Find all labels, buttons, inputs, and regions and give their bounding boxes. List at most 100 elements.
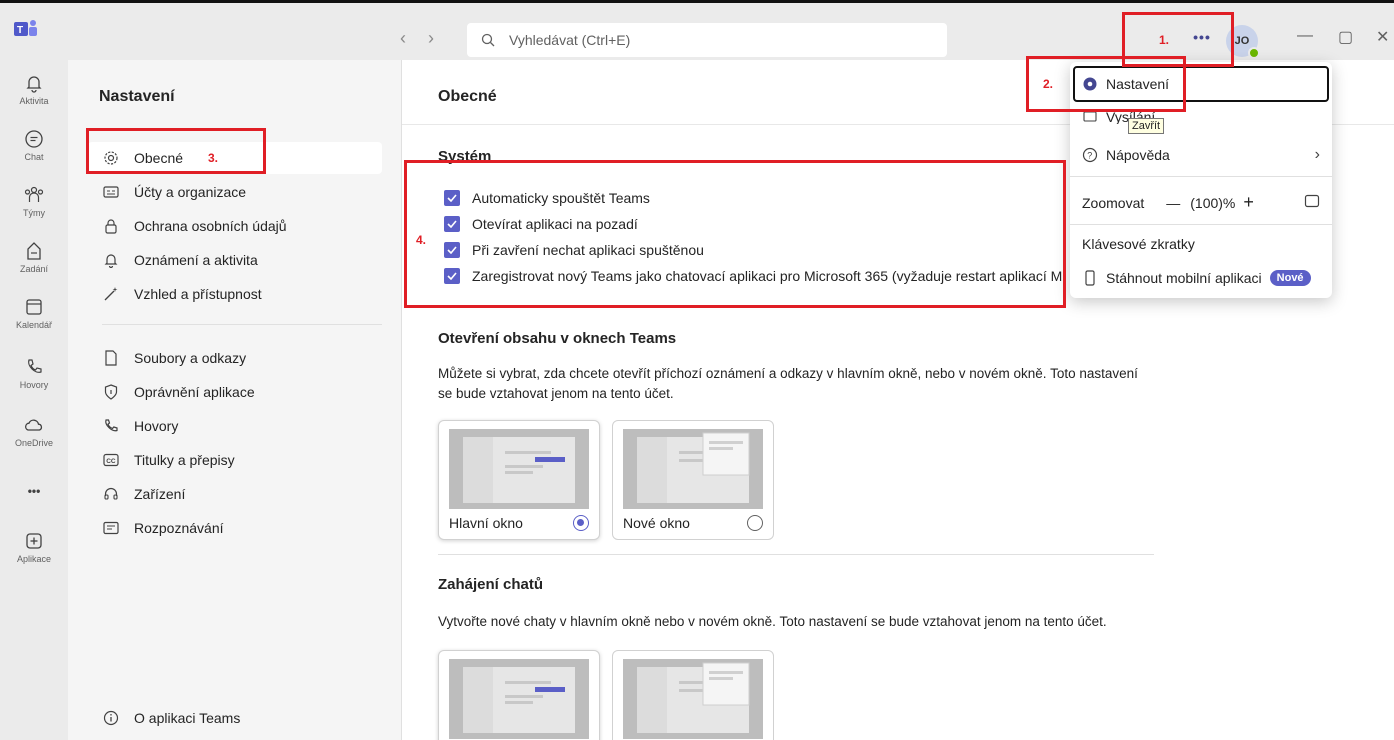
rail-label: Zadání	[19, 264, 49, 274]
rail-item-activity[interactable]: Aktivita	[0, 72, 68, 106]
rail-item-teams[interactable]: Týmy	[0, 184, 68, 218]
phone-icon	[28, 359, 42, 373]
settings-item-app-permissions[interactable]: Oprávnění aplikace	[88, 376, 382, 408]
headset-icon	[102, 485, 120, 503]
new-badge: Nové	[1269, 270, 1311, 286]
menu-item-mobile-app[interactable]: Stáhnout mobilní aplikaci Nové	[1082, 270, 1311, 286]
zoom-value: (100)%	[1190, 194, 1236, 211]
bell-icon	[26, 76, 42, 93]
menu-item-label: Nápověda	[1106, 147, 1170, 163]
zoom-in-button[interactable]: +	[1243, 192, 1254, 213]
forward-icon[interactable]: ›	[428, 29, 434, 47]
rail-label: Kalendář	[15, 320, 53, 330]
menu-divider	[1070, 224, 1332, 225]
settings-item-calls[interactable]: Hovory	[88, 410, 382, 442]
rail-item-apps[interactable]: Aplikace	[0, 530, 68, 564]
settings-item-privacy[interactable]: Ochrana osobních údajů	[88, 210, 382, 242]
cast-icon	[1082, 110, 1098, 124]
main-window-preview	[449, 659, 589, 739]
avatar-initials: JO	[1234, 35, 1250, 47]
rail-label: OneDrive	[14, 438, 53, 448]
settings-item-label: Titulky a přepisy	[134, 452, 235, 468]
settings-item-label: Oprávnění aplikace	[134, 384, 255, 400]
menu-item-label: Klávesové zkratky	[1082, 236, 1195, 252]
about-teams-label: O aplikaci Teams	[134, 710, 241, 726]
settings-divider	[102, 324, 382, 325]
recognition-icon	[102, 519, 120, 537]
radio-selected-icon[interactable]	[573, 515, 589, 531]
rail-item-calendar[interactable]: Kalendář	[0, 296, 68, 330]
settings-item-files[interactable]: Soubory a odkazy	[88, 342, 382, 374]
chevron-right-icon: ›	[1314, 146, 1320, 163]
rail-item-onedrive[interactable]: OneDrive	[0, 414, 68, 448]
rail-item-assignments[interactable]: Zadání	[0, 240, 68, 274]
search-placeholder: Vyhledávat (Ctrl+E)	[509, 32, 631, 48]
annotation-number-1: 1.	[1159, 33, 1170, 47]
menu-item-label: Stáhnout mobilní aplikaci	[1106, 270, 1262, 286]
chat-icon	[25, 130, 43, 148]
annotation-box-4	[404, 160, 1066, 308]
bell-icon	[102, 251, 120, 269]
settings-item-accounts[interactable]: Účty a organizace	[88, 176, 382, 208]
settings-item-appearance[interactable]: Vzhled a přístupnost	[88, 278, 382, 310]
search-input[interactable]: Vyhledávat (Ctrl+E)	[467, 23, 947, 57]
new-window-preview	[623, 659, 763, 739]
main-window-preview	[449, 429, 589, 509]
svg-text:T: T	[17, 25, 23, 36]
calendar-icon	[26, 299, 42, 315]
zoom-out-button[interactable]: —	[1166, 195, 1180, 211]
menu-item-help[interactable]: ? Nápověda ›	[1082, 146, 1320, 164]
chat-main-window-card[interactable]	[438, 650, 600, 740]
info-icon	[102, 709, 120, 727]
shield-icon	[102, 383, 120, 401]
add-app-icon	[26, 533, 42, 549]
settings-item-recognition[interactable]: Rozpoznávání	[88, 512, 382, 544]
chat-new-window-card[interactable]	[612, 650, 774, 740]
lock-icon	[102, 217, 120, 235]
rail-item-calls[interactable]: Hovory	[0, 356, 68, 390]
open-content-heading: Otevření obsahu v oknech Teams	[438, 330, 677, 347]
cloud-icon	[25, 419, 43, 431]
new-window-card[interactable]: Nové okno	[612, 420, 774, 540]
rail-label: Hovory	[19, 380, 49, 390]
back-icon[interactable]: ‹	[400, 29, 406, 47]
wand-icon	[102, 285, 120, 303]
phone-icon	[102, 417, 120, 435]
settings-item-label: Zařízení	[134, 486, 186, 502]
help-icon: ?	[1082, 147, 1098, 163]
annotation-number-2: 2.	[1043, 77, 1054, 91]
settings-item-label: Soubory a odkazy	[134, 350, 247, 366]
teams-logo-icon[interactable]: T	[14, 17, 38, 41]
radio-unselected-icon[interactable]	[747, 515, 763, 531]
settings-item-captions[interactable]: CC Titulky a přepisy	[88, 444, 382, 476]
start-chats-description: Vytvořte nové chaty v hlavním okně nebo …	[438, 614, 1107, 629]
menu-item-shortcuts[interactable]: Klávesové zkratky	[1082, 236, 1195, 252]
rail-label: Týmy	[23, 208, 45, 218]
rail-item-more[interactable]: •••	[0, 484, 68, 498]
minimize-icon[interactable]: —	[1297, 27, 1313, 45]
fullscreen-icon[interactable]	[1304, 194, 1320, 211]
more-icon: •••	[27, 484, 41, 498]
card-label: Nové okno	[623, 515, 690, 531]
zoom-label: Zoomovat	[1082, 194, 1145, 211]
main-window-card[interactable]: Hlavní okno	[438, 420, 600, 540]
new-window-preview	[623, 429, 763, 509]
close-icon[interactable]: ✕	[1376, 27, 1389, 47]
restore-icon[interactable]: ▢	[1338, 27, 1353, 47]
settings-item-devices[interactable]: Zařízení	[88, 478, 382, 510]
settings-item-label: Ochrana osobních údajů	[134, 218, 287, 234]
section-divider	[438, 554, 1154, 555]
settings-item-label: Oznámení a aktivita	[134, 252, 258, 268]
about-teams-item[interactable]: O aplikaci Teams	[88, 702, 382, 734]
id-card-icon	[102, 183, 120, 201]
tooltip: Zavřít	[1128, 118, 1165, 134]
svg-text:?: ?	[1087, 151, 1092, 161]
annotation-box-3	[86, 128, 266, 174]
file-icon	[102, 349, 120, 367]
settings-item-notifications[interactable]: Oznámení a aktivita	[88, 244, 382, 276]
teams-icon	[24, 186, 44, 202]
settings-item-label: Účty a organizace	[134, 184, 247, 200]
phone-device-icon	[1082, 270, 1098, 286]
rail-item-chat[interactable]: Chat	[0, 128, 68, 162]
rail-label: Aplikace	[16, 554, 52, 564]
